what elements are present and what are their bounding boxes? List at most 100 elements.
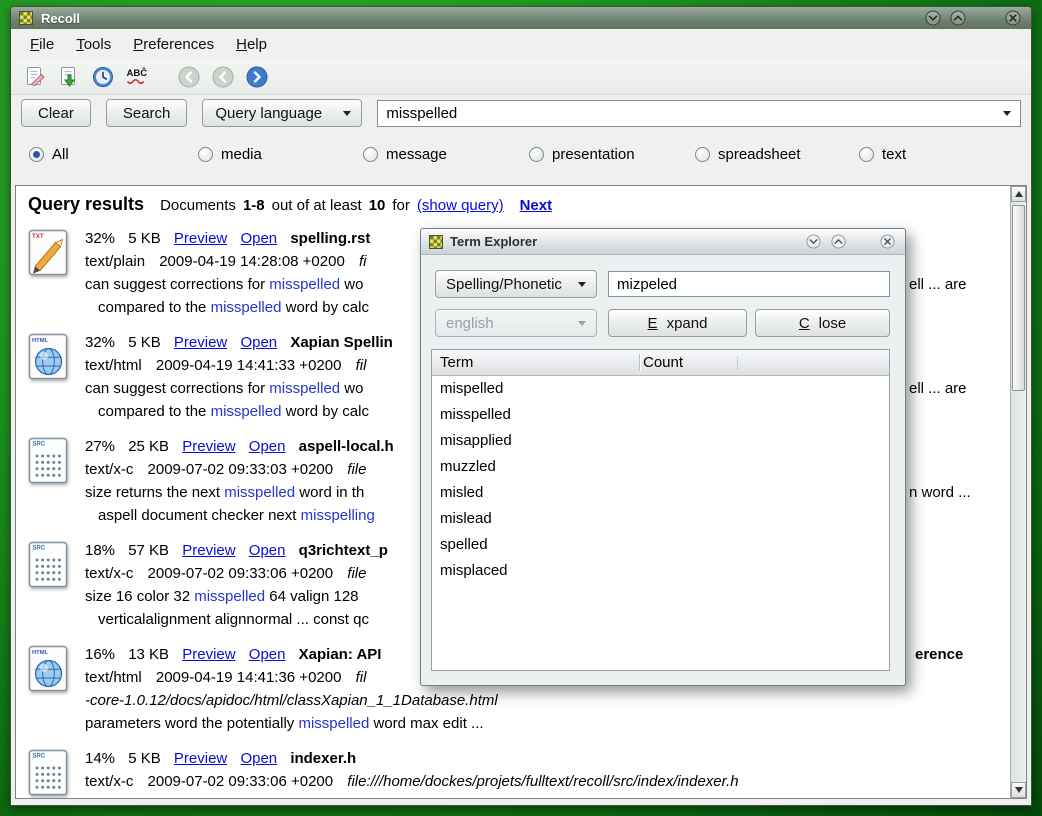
dialog-close-button[interactable]	[880, 234, 895, 249]
file-size: 5 KB	[128, 750, 161, 767]
close-button[interactable]	[1005, 10, 1021, 26]
docs-range: 1-8	[243, 197, 265, 214]
mime-type: text/x-c	[85, 461, 133, 478]
query-input[interactable]	[378, 101, 1003, 126]
svg-text:SRC: SRC	[33, 545, 46, 551]
scrollbar-thumb[interactable]	[1012, 205, 1025, 391]
relevance-percent: 16%	[85, 646, 115, 663]
window-titlebar[interactable]: Recoll	[11, 7, 1031, 29]
radio-icon	[363, 147, 378, 162]
preview-link[interactable]: Preview	[182, 542, 235, 559]
filter-radio-message[interactable]: message	[363, 146, 447, 163]
query-combobox[interactable]	[377, 100, 1021, 127]
clear-button[interactable]: Clear	[21, 99, 91, 127]
filter-radio-presentation[interactable]: presentation	[529, 146, 635, 163]
file-size: 5 KB	[128, 230, 161, 247]
column-header-term[interactable]: Term	[432, 354, 631, 371]
open-link[interactable]: Open	[240, 750, 277, 767]
preview-link[interactable]: Preview	[182, 438, 235, 455]
dialog-maximize-button[interactable]	[831, 234, 846, 249]
term-cell: misled	[440, 480, 639, 506]
column-header-count[interactable]: Count	[631, 354, 889, 371]
language-value: english	[446, 315, 494, 332]
term-row[interactable]: misled	[432, 480, 889, 506]
close-button[interactable]: Close	[755, 309, 890, 337]
scroll-up-button[interactable]	[1011, 186, 1026, 202]
open-link[interactable]: Open	[249, 438, 286, 455]
filter-radio-spreadsheet[interactable]: spreadsheet	[695, 146, 801, 163]
for-label: for	[392, 197, 410, 214]
term-row[interactable]: misplaced	[432, 558, 889, 584]
term-row[interactable]: mispelled	[432, 376, 889, 402]
term-match-type-combobox[interactable]: Spelling/Phonetic	[435, 270, 597, 298]
term-explorer-dialog: Term Explorer Spelling/Phonetic english …	[420, 228, 906, 686]
show-query-link[interactable]: (show query)	[417, 197, 504, 214]
term-row[interactable]: mislead	[432, 506, 889, 532]
query-language-label: Query language	[215, 105, 322, 122]
spellcheck-icon[interactable]: ABĈ	[125, 65, 149, 89]
relevance-percent: 32%	[85, 230, 115, 247]
preview-link[interactable]: Preview	[174, 334, 227, 351]
mime-type: text/plain	[85, 253, 145, 270]
radio-label: spreadsheet	[718, 146, 801, 163]
radio-icon	[29, 147, 44, 162]
relevance-percent: 27%	[85, 438, 115, 455]
save-results-icon[interactable]	[57, 65, 81, 89]
term-cell: misspelled	[440, 402, 639, 428]
menu-tools[interactable]: Tools	[67, 33, 120, 56]
result-url: file:///home/dockes/projets/fulltext/rec…	[347, 773, 738, 790]
filter-radio-media[interactable]: media	[198, 146, 262, 163]
term-cell: misapplied	[440, 428, 639, 454]
radio-icon	[859, 147, 874, 162]
result-url: fi	[359, 253, 367, 270]
relevance-percent: 14%	[85, 750, 115, 767]
result-filename: Xapian: API	[299, 646, 382, 663]
preview-link[interactable]: Preview	[182, 646, 235, 663]
filter-radio-text[interactable]: text	[859, 146, 906, 163]
term-row[interactable]: muzzled	[432, 454, 889, 480]
open-link[interactable]: Open	[249, 542, 286, 559]
dialog-titlebar[interactable]: Term Explorer	[421, 229, 905, 255]
menu-help[interactable]: Help	[227, 33, 276, 56]
open-link[interactable]: Open	[240, 230, 277, 247]
result-url-continuation: -core-1.0.12/docs/apidoc/html/classXapia…	[85, 689, 1010, 712]
term-row[interactable]: misapplied	[432, 428, 889, 454]
vertical-scrollbar[interactable]	[1010, 186, 1026, 798]
preview-link[interactable]: Preview	[174, 750, 227, 767]
clear-search-icon[interactable]	[23, 65, 47, 89]
menu-file[interactable]: File	[21, 33, 63, 56]
search-button[interactable]: Search	[106, 99, 188, 127]
html-document-icon: HTML	[28, 645, 70, 693]
preview-link[interactable]: Preview	[174, 230, 227, 247]
maximize-button[interactable]	[950, 10, 966, 26]
term-row[interactable]: misspelled	[432, 402, 889, 428]
minimize-button[interactable]	[925, 10, 941, 26]
next-page-link[interactable]: Next	[520, 197, 553, 214]
menu-preferences[interactable]: Preferences	[124, 33, 223, 56]
txt-document-icon: TXT	[28, 229, 70, 277]
term-input[interactable]	[608, 271, 890, 297]
truncated-snippet-tail: ell ... are	[909, 377, 967, 400]
expand-button[interactable]: Expand	[608, 309, 747, 337]
next-page-icon[interactable]	[245, 65, 269, 89]
relevance-percent: 32%	[85, 334, 115, 351]
svg-text:HTML: HTML	[32, 338, 49, 344]
radio-icon	[695, 147, 710, 162]
result-date: 2009-04-19 14:28:08 +0200	[159, 253, 345, 270]
filter-radio-all[interactable]: All	[29, 146, 69, 163]
dialog-title: Term Explorer	[450, 234, 799, 249]
arrow-down-icon	[1015, 787, 1023, 793]
open-link[interactable]: Open	[240, 334, 277, 351]
term-row[interactable]: spelled	[432, 532, 889, 558]
scroll-down-button[interactable]	[1011, 782, 1026, 798]
open-link[interactable]: Open	[249, 646, 286, 663]
results-title: Query results	[28, 194, 144, 215]
mime-type: text/html	[85, 357, 142, 374]
radio-label: text	[882, 146, 906, 163]
query-language-combobox[interactable]: Query language	[202, 99, 362, 127]
term-cell: mispelled	[440, 376, 639, 402]
result-date: 2009-07-02 09:33:03 +0200	[148, 461, 334, 478]
history-icon[interactable]	[91, 65, 115, 89]
table-header[interactable]: Term Count	[432, 350, 889, 376]
dialog-minimize-button[interactable]	[806, 234, 821, 249]
